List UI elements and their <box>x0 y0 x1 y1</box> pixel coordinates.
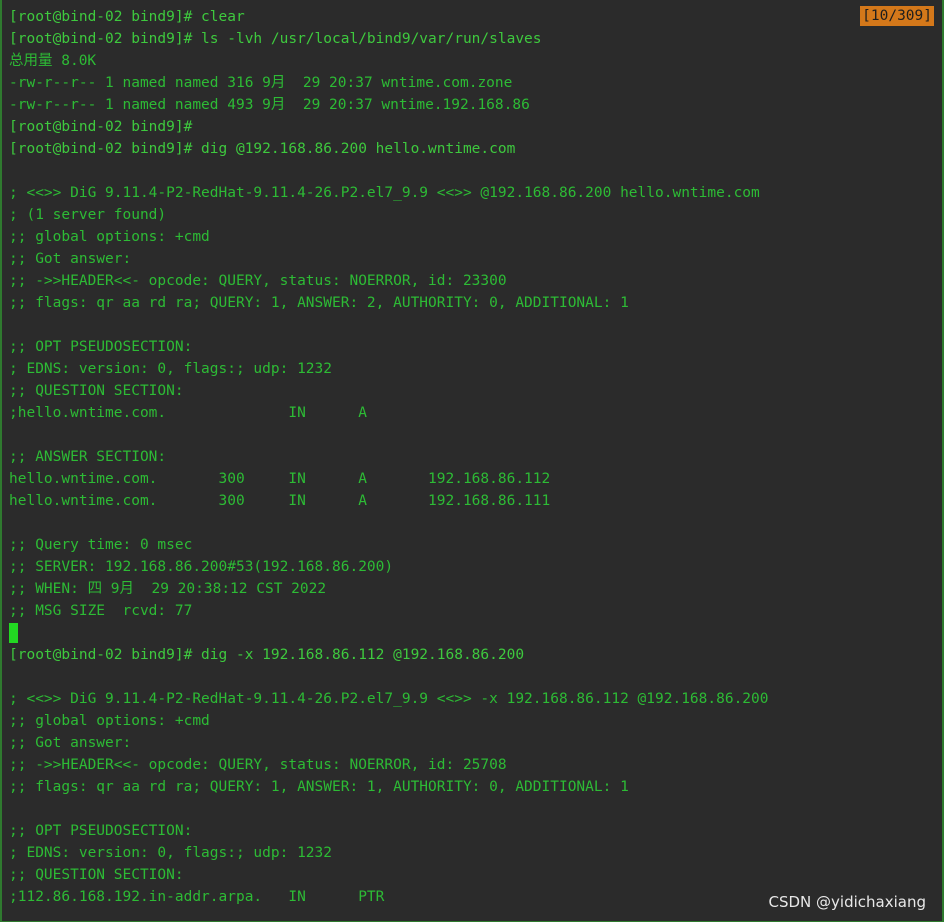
terminal-line: ;; Query time: 0 msec <box>9 537 193 553</box>
terminal-line: ;; global options: +cmd <box>9 229 210 245</box>
terminal-output[interactable]: [root@bind-02 bind9]# clear [root@bind-0… <box>9 6 936 908</box>
terminal-line: ;; ->>HEADER<<- opcode: QUERY, status: N… <box>9 757 507 773</box>
terminal-line: hello.wntime.com. 300 IN A 192.168.86.11… <box>9 471 551 487</box>
terminal-line: ;hello.wntime.com. IN A <box>9 405 367 421</box>
terminal-line: [root@bind-02 bind9]# <box>9 119 193 135</box>
scroll-position-indicator: [10/309] <box>860 6 934 26</box>
terminal-line: -rw-r--r-- 1 named named 493 9月 29 20:37… <box>9 97 530 113</box>
terminal-line: hello.wntime.com. 300 IN A 192.168.86.11… <box>9 493 551 509</box>
terminal-line: ; EDNS: version: 0, flags:; udp: 1232 <box>9 845 333 861</box>
terminal-line: ; <<>> DiG 9.11.4-P2-RedHat-9.11.4-26.P2… <box>9 691 769 707</box>
terminal-line: ;; ->>HEADER<<- opcode: QUERY, status: N… <box>9 273 507 289</box>
terminal-line: [root@bind-02 bind9]# ls -lvh /usr/local… <box>9 31 542 47</box>
terminal-line: ;; OPT PSEUDOSECTION: <box>9 823 193 839</box>
terminal-cursor <box>9 623 18 643</box>
terminal-line: ;; ANSWER SECTION: <box>9 449 167 465</box>
terminal-line: ; <<>> DiG 9.11.4-P2-RedHat-9.11.4-26.P2… <box>9 185 760 201</box>
terminal-line: ;; SERVER: 192.168.86.200#53(192.168.86.… <box>9 559 394 575</box>
terminal-line: ;; Got answer: <box>9 735 132 751</box>
terminal-line: ;; flags: qr aa rd ra; QUERY: 1, ANSWER:… <box>9 295 629 311</box>
terminal-line: -rw-r--r-- 1 named named 316 9月 29 20:37… <box>9 75 513 91</box>
terminal-line: ;; WHEN: 四 9月 29 20:38:12 CST 2022 <box>9 581 327 597</box>
cursor-line <box>9 622 936 644</box>
terminal-line: ;; QUESTION SECTION: <box>9 383 184 399</box>
terminal-line: ;; global options: +cmd <box>9 713 210 729</box>
terminal-line: [root@bind-02 bind9]# dig -x 192.168.86.… <box>9 647 525 663</box>
terminal-line: ;; flags: qr aa rd ra; QUERY: 1, ANSWER:… <box>9 779 629 795</box>
terminal-line: ; EDNS: version: 0, flags:; udp: 1232 <box>9 361 333 377</box>
terminal-line: 总用量 8.0K <box>9 53 97 69</box>
terminal-line: ;; OPT PSEUDOSECTION: <box>9 339 193 355</box>
terminal-line: ;; QUESTION SECTION: <box>9 867 184 883</box>
terminal-line: ; (1 server found) <box>9 207 167 223</box>
terminal-line: ;; MSG SIZE rcvd: 77 <box>9 603 193 619</box>
terminal-line: [root@bind-02 bind9]# clear <box>9 9 245 25</box>
terminal-line: ;; Got answer: <box>9 251 132 267</box>
terminal-window[interactable]: [root@bind-02 bind9]# clear [root@bind-0… <box>0 0 944 922</box>
csdn-watermark: CSDN @yidichaxiang <box>768 893 926 911</box>
terminal-line: [root@bind-02 bind9]# dig @192.168.86.20… <box>9 141 516 157</box>
